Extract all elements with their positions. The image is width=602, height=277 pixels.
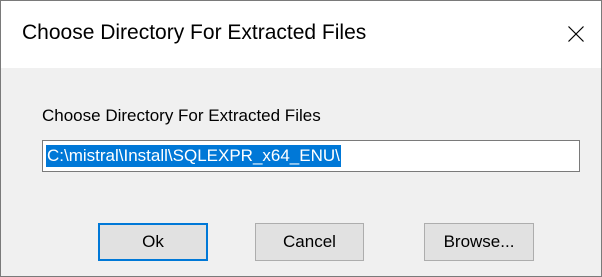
close-icon	[568, 26, 584, 42]
dialog-body: Choose Directory For Extracted Files C:\…	[1, 68, 601, 276]
directory-path-value[interactable]: C:\mistral\Install\SQLEXPR_x64_ENU\	[46, 145, 341, 167]
window-title: Choose Directory For Extracted Files	[22, 21, 367, 44]
title-bar[interactable]: Choose Directory For Extracted Files	[1, 1, 601, 68]
directory-label: Choose Directory For Extracted Files	[42, 106, 321, 125]
browse-button[interactable]: Browse...	[424, 223, 534, 261]
cancel-button[interactable]: Cancel	[255, 223, 364, 261]
directory-path-input[interactable]: C:\mistral\Install\SQLEXPR_x64_ENU\	[42, 140, 580, 172]
dialog-window: Choose Directory For Extracted Files Cho…	[0, 0, 602, 277]
close-button[interactable]	[553, 11, 599, 57]
ok-button[interactable]: Ok	[98, 223, 208, 261]
